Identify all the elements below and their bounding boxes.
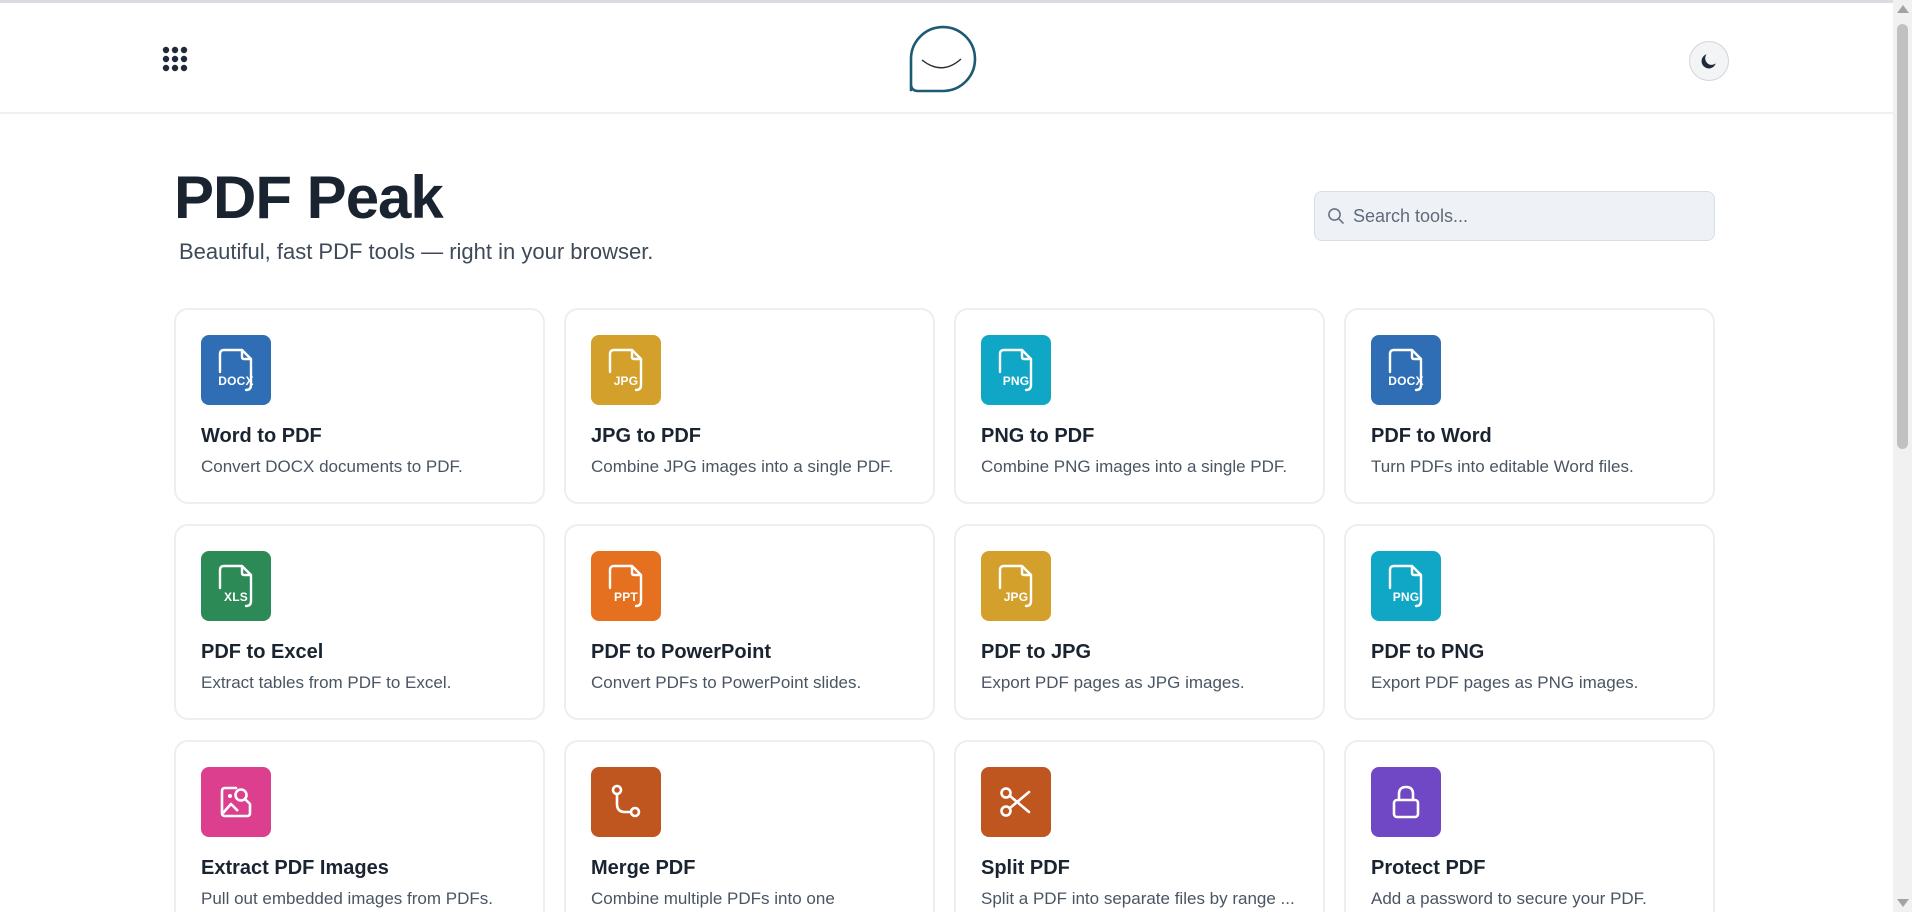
tool-card-title: Split PDF	[981, 857, 1070, 879]
tool-icon-tile	[981, 767, 1051, 837]
file-icon: PNG	[1386, 563, 1426, 609]
search-icon	[1328, 208, 1344, 224]
file-icon: DOCX	[1386, 347, 1426, 393]
tool-card-description: Extract tables from PDF to Excel.	[201, 673, 452, 692]
tool-card-description: Pull out embedded images from PDFs.	[201, 889, 493, 908]
tool-card-description: Combine multiple PDFs into one	[591, 889, 835, 908]
file-type-badge: PPT	[614, 590, 638, 604]
vertical-scrollbar[interactable]	[1893, 0, 1912, 912]
moon-icon	[1701, 54, 1716, 69]
tool-card-description: Split a PDF into separate files by range…	[981, 889, 1295, 908]
tool-icon-tile	[591, 767, 661, 837]
file-type-badge: PNG	[1002, 374, 1030, 388]
tool-icon-tile: JPG	[591, 335, 661, 405]
file-type-badge: PNG	[1392, 590, 1420, 604]
tool-card-title: PDF to JPG	[981, 641, 1092, 663]
tool-card-merge-pdf[interactable]: Merge PDF Combine multiple PDFs into one	[564, 740, 935, 912]
tool-card-title: Merge PDF	[591, 857, 696, 879]
tool-card-pdf-to-png[interactable]: PNG PDF to PNG Export PDF pages as PNG ima…	[1344, 524, 1715, 720]
tool-card-pdf-to-word[interactable]: DOCX PDF to Word Turn PDFs into editable W…	[1344, 308, 1715, 504]
tool-icon-tile: JPG	[981, 551, 1051, 621]
tool-card-description: Export PDF pages as JPG images.	[981, 673, 1245, 692]
tool-icon-tile	[201, 767, 271, 837]
tool-icon-tile: PNG	[1371, 551, 1441, 621]
file-icon: PNG	[996, 347, 1036, 393]
scissors-icon	[996, 782, 1036, 822]
file-type-badge: XLS	[224, 590, 248, 604]
tool-card-description: Convert DOCX documents to PDF.	[201, 457, 463, 476]
tool-icon-tile	[1371, 767, 1441, 837]
tool-card-word-to-pdf[interactable]: DOCX Word to PDF Convert DOCX documents to…	[174, 308, 545, 504]
theme-toggle-button[interactable]	[1689, 41, 1729, 81]
tool-card-protect-pdf[interactable]: Protect PDF Add a password to secure your…	[1344, 740, 1715, 912]
tool-icon-tile: PNG	[981, 335, 1051, 405]
tool-card-title: Extract PDF Images	[201, 857, 389, 879]
merge-icon	[606, 782, 646, 822]
tool-card-description: Combine PNG images into a single PDF.	[981, 457, 1288, 476]
tool-card-title: JPG to PDF	[591, 425, 702, 447]
tool-card-title: Word to PDF	[201, 425, 322, 447]
tool-card-jpg-to-pdf[interactable]: JPG JPG to PDF Combine JPG images into a s…	[564, 308, 935, 504]
file-type-badge: DOCX	[1388, 374, 1424, 388]
tool-card-png-to-pdf[interactable]: PNG PNG to PDF Combine PNG images into a s…	[954, 308, 1325, 504]
tool-icon-tile: DOCX	[201, 335, 271, 405]
scrollbar-thumb[interactable]	[1897, 24, 1908, 449]
lock-icon	[1386, 782, 1426, 822]
file-type-badge: DOCX	[218, 374, 254, 388]
file-icon: JPG	[606, 347, 646, 393]
tool-icon-tile: DOCX	[1371, 335, 1441, 405]
tool-card-description: Turn PDFs into editable Word files.	[1371, 457, 1634, 476]
file-icon: JPG	[996, 563, 1036, 609]
file-type-badge: JPG	[613, 374, 639, 388]
file-icon: PPT	[606, 563, 646, 609]
top-header	[0, 3, 1893, 114]
tool-card-pdf-to-powerpoint[interactable]: PPT PDF to PowerPoint Convert PDFs to Powe…	[564, 524, 935, 720]
tool-card-description: Export PDF pages as PNG images.	[1371, 673, 1639, 692]
tool-card-title: PNG to PDF	[981, 425, 1095, 447]
tool-card-split-pdf[interactable]: Split PDF Split a PDF into separate files…	[954, 740, 1325, 912]
tool-card-pdf-to-excel[interactable]: XLS PDF to Excel Extract tables from PDF t…	[174, 524, 545, 720]
tool-card-title: PDF to PNG	[1371, 641, 1485, 663]
page-title: PDF Peak	[174, 164, 444, 231]
tool-card-title: Protect PDF	[1371, 857, 1486, 879]
tool-card-title: PDF to Word	[1371, 425, 1492, 447]
tool-card-extract-pdf-images[interactable]: Extract PDF Images Pull out embedded imag…	[174, 740, 545, 912]
search-input[interactable]	[1353, 192, 1708, 240]
tool-card-title: PDF to Excel	[201, 641, 324, 663]
tool-card-description: Combine JPG images into a single PDF.	[591, 457, 894, 476]
grid-dots-icon	[162, 46, 188, 72]
tool-card-description: Convert PDFs to PowerPoint slides.	[591, 673, 862, 692]
apps-menu-button[interactable]	[162, 46, 194, 78]
tool-card-description: Add a password to secure your PDF.	[1371, 889, 1647, 908]
page-subtitle: Beautiful, fast PDF tools — right in you…	[179, 239, 654, 264]
scroll-down-arrow-icon[interactable]	[1897, 899, 1909, 907]
file-icon: XLS	[216, 563, 256, 609]
image-search-icon	[216, 782, 256, 822]
speech-bubble-smile-logo	[909, 25, 977, 93]
tool-icon-tile: PPT	[591, 551, 661, 621]
tool-card-title: PDF to PowerPoint	[591, 641, 771, 663]
tool-icon-tile: XLS	[201, 551, 271, 621]
search-box	[1314, 191, 1715, 241]
tool-card-pdf-to-jpg[interactable]: JPG PDF to JPG Export PDF pages as JPG ima…	[954, 524, 1325, 720]
scroll-up-arrow-icon[interactable]	[1897, 5, 1909, 13]
file-icon: DOCX	[216, 347, 256, 393]
file-type-badge: JPG	[1003, 590, 1029, 604]
page: PDF Peak Beautiful, fast PDF tools — rig…	[0, 0, 1912, 912]
tool-grid: DOCX Word to PDF Convert DOCX documents to…	[174, 308, 1715, 912]
site-logo[interactable]	[906, 22, 978, 94]
